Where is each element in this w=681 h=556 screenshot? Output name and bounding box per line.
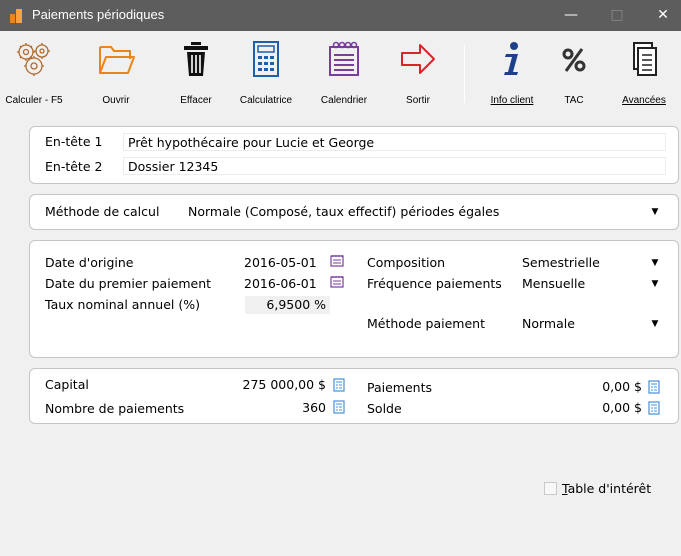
info-client-label: Info client bbox=[490, 95, 534, 106]
nb-paiements-input[interactable]: 360 bbox=[260, 399, 330, 417]
avancees-button[interactable]: Avancées bbox=[616, 39, 672, 115]
documents-icon bbox=[633, 42, 657, 76]
methode-paiement-label: Méthode paiement bbox=[367, 316, 485, 331]
taux-input[interactable]: 6,9500 % bbox=[245, 296, 330, 314]
methode-paiement-select[interactable]: Normale bbox=[518, 315, 664, 333]
capital-input[interactable]: 275 000,00 $ bbox=[198, 376, 330, 394]
date-origine-input[interactable]: 2016-05-01 bbox=[242, 254, 326, 272]
frequence-select[interactable]: Mensuelle bbox=[518, 275, 664, 293]
methode-paiement-value: Normale bbox=[522, 316, 575, 331]
composition-value: Semestrielle bbox=[522, 255, 600, 270]
methode-calcul-value: Normale (Composé, taux effectif) période… bbox=[188, 204, 500, 219]
methode-calcul-dropdown-icon[interactable]: ▼ bbox=[649, 206, 661, 218]
dates-panel: Date d'origine 2016-05-01 Date du premie… bbox=[29, 240, 679, 358]
avancees-label: Avancées bbox=[622, 95, 666, 106]
entete1-input[interactable]: Prêt hypothécaire pour Lucie et George bbox=[123, 133, 666, 151]
frequence-value: Mensuelle bbox=[522, 276, 586, 291]
maximize-button[interactable]: □ bbox=[594, 0, 640, 31]
paiements-calculator-icon[interactable] bbox=[647, 380, 661, 394]
table-interet-text: able d'intérêt bbox=[567, 481, 652, 496]
calculer-button[interactable]: Calculer - F5 bbox=[4, 39, 64, 115]
method-panel: Méthode de calcul Normale (Composé, taux… bbox=[29, 194, 679, 230]
gears-icon bbox=[17, 43, 50, 76]
calendrier-label: Calendrier bbox=[320, 95, 368, 106]
calculatrice-label: Calculatrice bbox=[239, 95, 293, 106]
effacer-label: Effacer bbox=[180, 95, 212, 106]
headers-panel: En-tête 1 Prêt hypothécaire pour Lucie e… bbox=[29, 126, 679, 184]
minimize-button[interactable]: — bbox=[548, 0, 594, 31]
composition-select[interactable]: Semestrielle bbox=[518, 254, 664, 272]
tac-button[interactable]: TAC bbox=[552, 39, 596, 115]
calendar-icon bbox=[329, 41, 359, 76]
percent-icon bbox=[562, 48, 586, 72]
exit-arrow-icon bbox=[401, 44, 435, 74]
frequence-dropdown-icon[interactable]: ▼ bbox=[649, 278, 661, 290]
toolbar-separator bbox=[464, 45, 465, 103]
info-client-button[interactable]: Info client bbox=[484, 39, 540, 115]
date-premier-label: Date du premier paiement bbox=[45, 276, 212, 291]
entete2-input[interactable]: Dossier 12345 bbox=[123, 157, 666, 175]
date-origine-label: Date d'origine bbox=[45, 255, 134, 270]
folder-icon bbox=[99, 46, 135, 74]
solde-label: Solde bbox=[367, 401, 402, 416]
frequence-label: Fréquence paiements bbox=[367, 276, 502, 291]
solde-calculator-icon[interactable] bbox=[647, 401, 661, 415]
methode-paiement-dropdown-icon[interactable]: ▼ bbox=[649, 318, 661, 330]
app-icon bbox=[10, 9, 22, 23]
solde-input[interactable]: 0,00 $ bbox=[518, 399, 646, 417]
toolbar: Calculer - F5 Ouvrir Effacer Calculatric bbox=[0, 31, 681, 117]
composition-label: Composition bbox=[367, 255, 446, 270]
close-button[interactable]: ✕ bbox=[640, 0, 681, 31]
paiements-input[interactable]: 0,00 $ bbox=[518, 378, 646, 396]
date-origine-calendar-icon[interactable] bbox=[330, 253, 344, 267]
entete2-label: En-tête 2 bbox=[45, 159, 103, 174]
info-icon bbox=[504, 42, 518, 75]
calendrier-button[interactable]: Calendrier bbox=[312, 39, 376, 115]
ouvrir-button[interactable]: Ouvrir bbox=[90, 39, 142, 115]
taux-label: Taux nominal annuel (%) bbox=[45, 297, 200, 312]
date-premier-calendar-icon[interactable] bbox=[330, 274, 344, 288]
entete1-label: En-tête 1 bbox=[45, 134, 103, 149]
title-bar: Paiements périodiques — □ ✕ bbox=[0, 0, 681, 31]
sortir-label: Sortir bbox=[406, 95, 430, 106]
capital-calculator-icon[interactable] bbox=[332, 378, 346, 392]
sortir-button[interactable]: Sortir bbox=[392, 39, 444, 115]
nb-paiements-calculator-icon[interactable] bbox=[332, 400, 346, 414]
ouvrir-label: Ouvrir bbox=[102, 95, 130, 106]
window-title: Paiements périodiques bbox=[32, 7, 165, 22]
amounts-panel: Capital 275 000,00 $ Nombre de paiements… bbox=[29, 368, 679, 424]
composition-dropdown-icon[interactable]: ▼ bbox=[649, 257, 661, 269]
calculator-icon bbox=[253, 41, 279, 77]
methode-calcul-select[interactable]: Normale (Composé, taux effectif) période… bbox=[184, 203, 666, 221]
capital-label: Capital bbox=[45, 377, 89, 392]
paiements-label: Paiements bbox=[367, 380, 433, 395]
date-premier-input[interactable]: 2016-06-01 bbox=[242, 275, 326, 293]
tac-label: TAC bbox=[564, 95, 584, 106]
effacer-button[interactable]: Effacer bbox=[170, 39, 222, 115]
table-interet-label[interactable]: Table d'intérêt bbox=[562, 481, 651, 496]
trash-icon bbox=[184, 42, 208, 76]
methode-calcul-label: Méthode de calcul bbox=[45, 204, 160, 219]
table-interet-checkbox[interactable] bbox=[544, 482, 557, 495]
nb-paiements-label: Nombre de paiements bbox=[45, 401, 185, 416]
calculer-label: Calculer - F5 bbox=[5, 95, 63, 106]
calculatrice-button[interactable]: Calculatrice bbox=[234, 39, 298, 115]
